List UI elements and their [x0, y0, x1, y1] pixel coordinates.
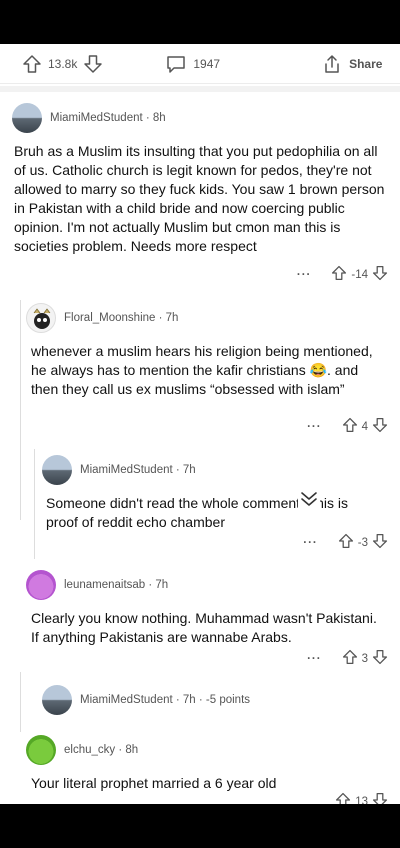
comment-actions: ··· -14 [297, 265, 388, 284]
downvote-icon[interactable] [83, 54, 103, 74]
collapsed-comment[interactable]: MiamiMedStudent · 7h · -5 points [0, 684, 400, 716]
comment-body: whenever a muslim hears his religion bei… [31, 343, 373, 397]
comment-count: 1947 [193, 56, 221, 71]
avatar[interactable] [42, 685, 72, 715]
downvote-icon[interactable] [372, 417, 388, 436]
comment: Floral_Moonshine · 7h whenever a muslim … [0, 302, 400, 399]
share-label: Share [349, 56, 383, 71]
comment-actions: ··· 4 [307, 417, 388, 436]
double-chevron-down-icon [298, 490, 320, 512]
upvote-icon[interactable] [335, 792, 351, 804]
comment-author[interactable]: Floral_Moonshine · 7h [64, 312, 178, 324]
comment-score: 13 [355, 795, 368, 805]
comment-author[interactable]: MiamiMedStudent · 7h [80, 464, 196, 476]
more-options-button[interactable]: ··· [307, 653, 322, 665]
avatar[interactable] [42, 455, 72, 485]
share-button[interactable]: Share [321, 54, 388, 74]
comment-score: 4 [361, 420, 368, 433]
upvote-icon[interactable] [22, 54, 42, 74]
avatar[interactable] [26, 570, 56, 600]
collapse-thread-button[interactable] [298, 490, 320, 513]
more-options-button[interactable]: ··· [297, 269, 312, 281]
section-divider [0, 86, 400, 92]
comment-bubble-icon [165, 54, 187, 74]
comment-author[interactable]: MiamiMedStudent · 8h [50, 112, 166, 124]
comment-actions: ··· 3 [307, 649, 388, 668]
upvote-icon[interactable] [342, 649, 358, 668]
downvote-icon[interactable] [372, 649, 388, 668]
downvote-icon[interactable] [372, 792, 388, 804]
comments-button[interactable]: 1947 [165, 54, 226, 74]
comment: leunamenaitsab · 7h Clearly you know not… [0, 569, 400, 647]
post-action-bar: 13.8k 1947 Share [0, 44, 400, 84]
comment: MiamiMedStudent · 7h Someone didn't read… [0, 454, 400, 532]
post-vote-group: 13.8k [22, 54, 103, 74]
comment-author[interactable]: leunamenaitsab · 7h [64, 579, 168, 591]
more-options-button[interactable]: ··· [307, 421, 322, 433]
comment-score: -14 [351, 268, 368, 281]
comments-screen: 13.8k 1947 Share MiamiMedStudent · 8h Br… [0, 44, 400, 804]
avatar[interactable] [26, 303, 56, 333]
downvote-icon[interactable] [372, 265, 388, 284]
comment: MiamiMedStudent · 8h Bruh as a Muslim it… [0, 102, 400, 256]
comment-author[interactable]: elchu_cky · 8h [64, 744, 138, 756]
upvote-icon[interactable] [338, 533, 354, 552]
comment: elchu_cky · 8h Your literal prophet marr… [0, 734, 400, 793]
upvote-icon[interactable] [342, 417, 358, 436]
comment-body: Clearly you know nothing. Muhammad wasn'… [31, 610, 377, 645]
downvote-icon[interactable] [372, 533, 388, 552]
comment-score: 3 [361, 652, 368, 665]
upvote-icon[interactable] [331, 265, 347, 284]
comment-score: -3 [357, 536, 368, 549]
avatar[interactable] [26, 735, 56, 765]
avatar[interactable] [12, 103, 42, 133]
comment-actions: 13 [335, 792, 388, 804]
comment-actions: ··· -3 [303, 533, 388, 552]
share-icon [321, 54, 343, 74]
more-options-button[interactable]: ··· [303, 537, 318, 549]
post-vote-count: 13.8k [48, 56, 78, 71]
comment-body: Bruh as a Muslim its insulting that you … [14, 143, 385, 254]
comment-author[interactable]: MiamiMedStudent · 7h · -5 points [80, 694, 250, 706]
comment-body: Your literal prophet married a 6 year ol… [31, 775, 277, 791]
comment-body: Someone didn't read the whole comment. T… [46, 495, 349, 530]
